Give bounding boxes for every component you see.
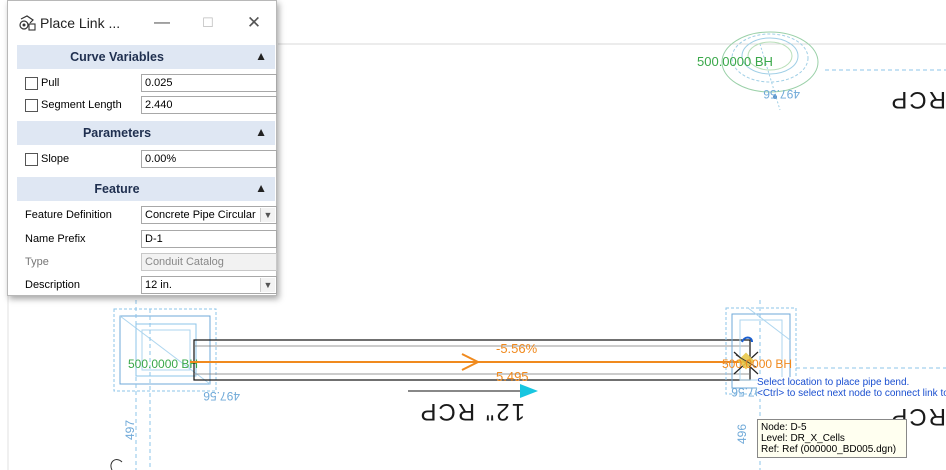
name-prefix-label: Name Prefix <box>25 233 86 245</box>
pipe-link <box>190 339 751 398</box>
pull-row: Pull 0.025 <box>17 73 277 95</box>
feature-definition-select[interactable]: Concrete Pipe Circular ▼ <box>141 206 277 224</box>
type-field: Conduit Catalog <box>141 253 277 271</box>
feature-definition-value: Concrete Pipe Circular <box>145 209 256 221</box>
minimize-button[interactable]: — <box>148 11 176 35</box>
dialog-titlebar[interactable]: Place Link ... — ☐ ✕ <box>8 1 276 45</box>
type-row: Type Conduit Catalog <box>17 252 277 274</box>
chevron-down-icon[interactable]: ▼ <box>260 278 275 292</box>
dialog-title: Place Link ... <box>40 15 121 31</box>
parameters-title: Parameters <box>82 126 152 140</box>
curve-variables-title: Curve Variables <box>70 50 164 64</box>
left-small-label: 497 <box>123 420 137 440</box>
prompt-line-2: <Ctrl> to select next node to connect li… <box>757 388 946 399</box>
segment-length-input[interactable]: 2.440 <box>141 96 277 114</box>
feature-header[interactable]: Feature ▲ <box>17 177 275 201</box>
right-elevation-label: 500.0000 BH <box>722 357 792 371</box>
segment-length-label: Segment Length <box>41 99 122 111</box>
prompt-tooltip: Select location to place pipe bend. <Ctr… <box>757 377 946 399</box>
top-rcp-label: RCP <box>889 86 946 113</box>
name-prefix-input[interactable]: D-1 <box>141 230 277 248</box>
left-inlet-structure <box>113 300 217 470</box>
slope-lock-checkbox[interactable] <box>25 153 38 166</box>
close-button[interactable]: ✕ <box>240 11 268 35</box>
pull-input[interactable]: 0.025 <box>141 74 277 92</box>
feature-definition-row: Feature Definition Concrete Pipe Circula… <box>17 205 277 227</box>
description-label: Description <box>25 279 81 291</box>
maximize-button[interactable]: ☐ <box>194 11 222 35</box>
feature-title: Feature <box>94 182 140 196</box>
top-elevation-label: 500.0000 BH <box>697 54 773 69</box>
left-arc-mark <box>110 459 123 470</box>
collapse-chevron-icon[interactable]: ▲ <box>255 125 267 139</box>
reference-info: Ref: Ref (000000_BD005.dgn) <box>761 444 897 455</box>
right-small-label: 496 <box>735 424 749 444</box>
description-value: 12 in. <box>145 279 172 291</box>
pull-lock-checkbox[interactable] <box>25 77 38 90</box>
pipe-size-label: 12" RCP <box>418 398 525 425</box>
place-link-dialog: Place Link ... — ☐ ✕ Curve Variables ▲ P… <box>7 0 277 296</box>
collapse-chevron-icon[interactable]: ▲ <box>255 49 267 63</box>
place-link-tool-icon <box>19 15 36 31</box>
slope-input[interactable]: 0.00% <box>141 150 277 168</box>
top-dimension-label: 497.56 <box>763 87 800 101</box>
pull-label: Pull <box>41 77 60 89</box>
curve-variables-header[interactable]: Curve Variables ▲ <box>17 45 275 69</box>
description-row: Description 12 in. ▼ <box>17 275 277 297</box>
parameters-header[interactable]: Parameters ▲ <box>17 121 275 145</box>
left-elevation-label: 500.0000 BH <box>128 357 198 371</box>
prompt-line-1: Select location to place pipe bend. <box>757 377 910 388</box>
element-info-tooltip: Node: D-5 Level: DR_X_Cells Ref: Ref (00… <box>757 419 907 458</box>
segment-length-lock-checkbox[interactable] <box>25 99 38 112</box>
left-dimension-label: 497.56 <box>203 389 240 403</box>
feature-definition-label: Feature Definition <box>25 209 112 221</box>
collapse-chevron-icon[interactable]: ▲ <box>255 181 267 195</box>
slope-row: Slope 0.00% <box>17 149 277 171</box>
node-info: Node: D-5 <box>761 422 807 433</box>
name-prefix-row: Name Prefix D-1 <box>17 229 277 251</box>
slope-label: Slope <box>41 153 70 165</box>
length-label: 5.495 <box>496 369 529 384</box>
level-info: Level: DR_X_Cells <box>761 433 845 444</box>
description-select[interactable]: 12 in. ▼ <box>141 276 277 294</box>
slope-label: -5.56% <box>496 341 538 356</box>
segment-length-row: Segment Length 2.440 <box>17 95 277 117</box>
type-label: Type <box>25 256 49 268</box>
chevron-down-icon[interactable]: ▼ <box>260 208 275 222</box>
